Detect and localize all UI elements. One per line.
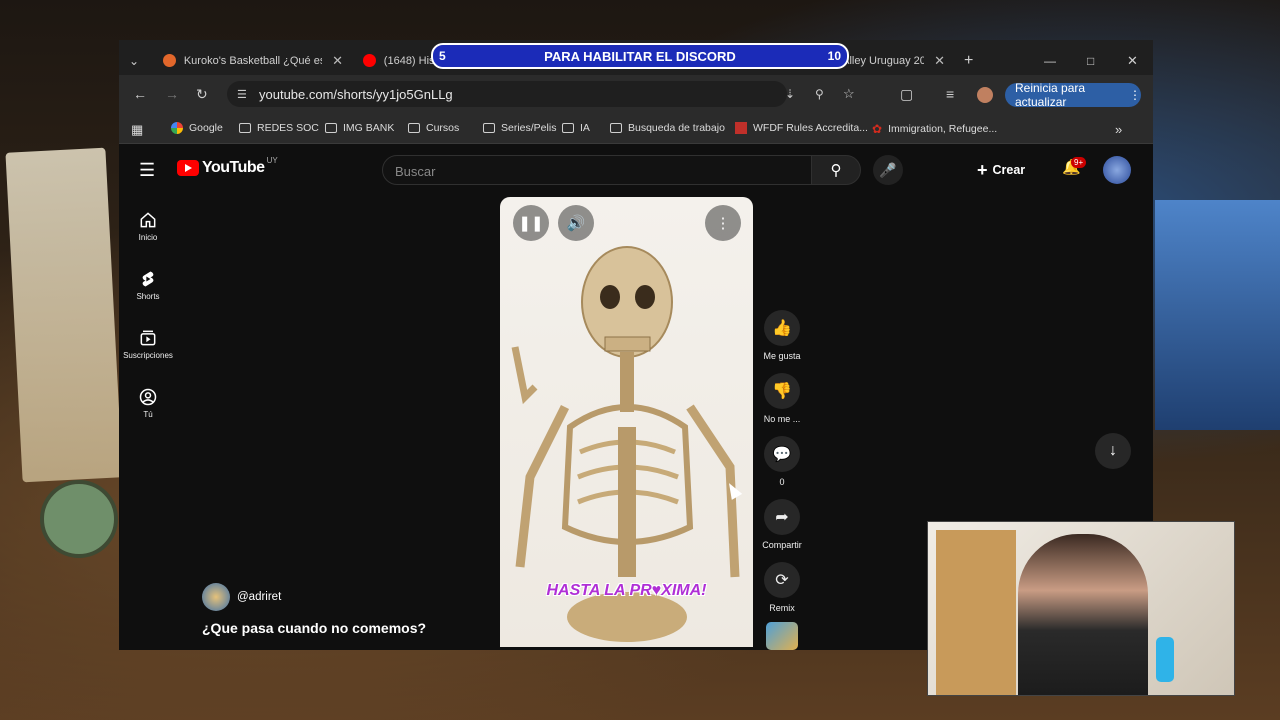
bookmark-folder-trabajo[interactable]: Busqueda de trabajo [610, 122, 725, 134]
folder-icon [325, 123, 337, 133]
channel-avatar[interactable] [202, 583, 230, 611]
sidebar-item-you[interactable]: Tú [119, 387, 177, 419]
install-icon[interactable]: ⇣ [785, 87, 795, 101]
shorts-icon [142, 271, 154, 287]
folder-icon [408, 123, 420, 133]
remix-button[interactable]: ⟳ Remix [757, 562, 807, 613]
folder-icon [483, 123, 495, 133]
webcam-door [936, 530, 1016, 695]
pause-icon: ❚❚ [518, 215, 544, 232]
forward-icon[interactable]: → [165, 86, 179, 102]
sidebar-item-shorts[interactable]: Shorts [119, 269, 177, 301]
sound-thumbnail[interactable] [766, 622, 798, 650]
search-input[interactable] [383, 156, 797, 186]
close-icon[interactable]: ✕ [332, 53, 343, 69]
account-avatar[interactable] [1103, 156, 1131, 184]
maximize-button[interactable]: □ [1087, 46, 1094, 75]
home-icon [140, 212, 156, 228]
room-window [1155, 200, 1280, 430]
pause-button[interactable]: ❚❚ [513, 205, 549, 241]
more-bookmarks-icon[interactable]: » [1115, 122, 1122, 137]
profile-avatar[interactable] [977, 87, 993, 103]
youtube-sidebar: Inicio Shorts Suscripciones Tú [119, 192, 177, 650]
video-caption: HASTA LA PR♥XIMA! [546, 582, 707, 599]
wfdf-icon [735, 122, 747, 134]
arrow-down-icon: ↓ [1109, 442, 1117, 459]
next-short-button[interactable]: ↓ [1095, 433, 1131, 469]
more-vert-icon: ⋮ [715, 215, 731, 232]
you-icon [139, 388, 157, 406]
site-info-icon[interactable]: ☰ [237, 88, 247, 101]
close-window-button[interactable]: ✕ [1127, 46, 1138, 75]
crunchyroll-icon [163, 54, 176, 67]
wall-clock [40, 480, 118, 558]
bookmark-star-icon[interactable]: ☆ [843, 86, 855, 102]
remix-icon: ⟳ [775, 572, 789, 589]
webcam-overlay [927, 521, 1235, 696]
extensions-icon[interactable]: ▢ [900, 86, 913, 103]
subscriptions-icon [140, 330, 156, 346]
bookmark-google[interactable]: Google [171, 122, 223, 134]
channel-info[interactable]: @adriret [202, 583, 281, 611]
youtube-logo[interactable]: YouTube UY [177, 156, 278, 177]
reload-icon[interactable]: ↻ [196, 86, 208, 103]
tab-youtube-1[interactable]: (1648) Hist [363, 46, 433, 75]
webcam-person [1018, 534, 1148, 695]
media-controls-icon[interactable]: ≡ [946, 86, 954, 102]
omnibox[interactable]: ☰ youtube.com/shorts/yy1jo5GnLLg ⇣ ⚲ ☆ [227, 81, 855, 107]
new-tab-button[interactable]: + [964, 46, 973, 75]
dislike-button[interactable]: 👎 No me ... [757, 373, 807, 424]
update-button[interactable]: Reinicia para actualizar ⋮ [1005, 81, 1141, 109]
comment-icon: 💬 [772, 446, 792, 463]
more-icon[interactable]: ⋮ [1129, 88, 1141, 102]
webcam-lamp [1156, 637, 1174, 682]
search-icon: ⚲ [830, 162, 842, 179]
skeleton-image [511, 246, 740, 642]
zoom-icon[interactable]: ⚲ [815, 87, 824, 101]
create-button[interactable]: + Crear [977, 157, 1025, 183]
plus-icon: + [977, 159, 988, 180]
like-button[interactable]: 👍 Me gusta [757, 310, 807, 361]
wall-poster [5, 147, 123, 483]
discord-overlay-banner: 5 PARA HABILITAR EL DISCORD 10 [431, 43, 849, 69]
youtube-play-icon [177, 160, 199, 176]
notification-badge: 9+ [1071, 157, 1087, 168]
bookmark-folder-series[interactable]: Series/Pelis [483, 122, 556, 134]
youtube-icon [363, 54, 376, 67]
close-icon[interactable]: ✕ [934, 53, 945, 69]
sidebar-item-home[interactable]: Inicio [119, 210, 177, 242]
short-title: ¿Que pasa cuando no comemos? [202, 620, 427, 636]
apps-icon[interactable]: ▦ [131, 122, 143, 138]
thumbs-up-icon: 👍 [772, 320, 792, 337]
tab-kuroko[interactable]: Kuroko's Basketball ¿Qué es la v ✕ [163, 46, 343, 75]
back-icon[interactable]: ← [133, 86, 147, 102]
search-button[interactable]: ⚲ [811, 155, 861, 185]
bookmark-wfdf[interactable]: WFDF Rules Accredita... [735, 122, 868, 134]
hamburger-menu-icon[interactable]: ☰ [139, 160, 155, 181]
minimize-button[interactable]: — [1044, 46, 1056, 75]
share-button[interactable]: ➦ Compartir [757, 499, 807, 550]
short-video-player[interactable]: ❚❚ 🔊 ⋮ HASTA LA PR♥XIMA! [500, 197, 753, 647]
comments-button[interactable]: 💬 0 [757, 436, 807, 487]
bookmark-immigration[interactable]: ✿ Immigration, Refugee... [872, 122, 997, 136]
volume-icon: 🔊 [566, 215, 586, 232]
video-options-button[interactable]: ⋮ [705, 205, 741, 241]
folder-icon [610, 123, 622, 133]
google-icon [171, 122, 183, 134]
bookmark-folder-cursos[interactable]: Cursos [408, 122, 459, 134]
tab-list-button[interactable]: ⌄ [129, 46, 139, 75]
microphone-icon: 🎤 [879, 161, 897, 178]
voice-search-button[interactable]: 🎤 [873, 155, 903, 185]
bookmark-folder-ia[interactable]: IA [562, 122, 590, 134]
bookmark-folder-redes[interactable]: REDES SOC [239, 122, 319, 134]
folder-icon [562, 123, 574, 133]
sidebar-item-subscriptions[interactable]: Suscripciones [119, 328, 177, 360]
volume-button[interactable]: 🔊 [558, 205, 594, 241]
maple-leaf-icon: ✿ [872, 122, 883, 136]
folder-icon [239, 123, 251, 133]
thumbs-down-icon: 👎 [772, 383, 792, 400]
bookmark-folder-img[interactable]: IMG BANK [325, 122, 394, 134]
share-icon: ➦ [775, 509, 789, 526]
search-box [382, 155, 812, 186]
